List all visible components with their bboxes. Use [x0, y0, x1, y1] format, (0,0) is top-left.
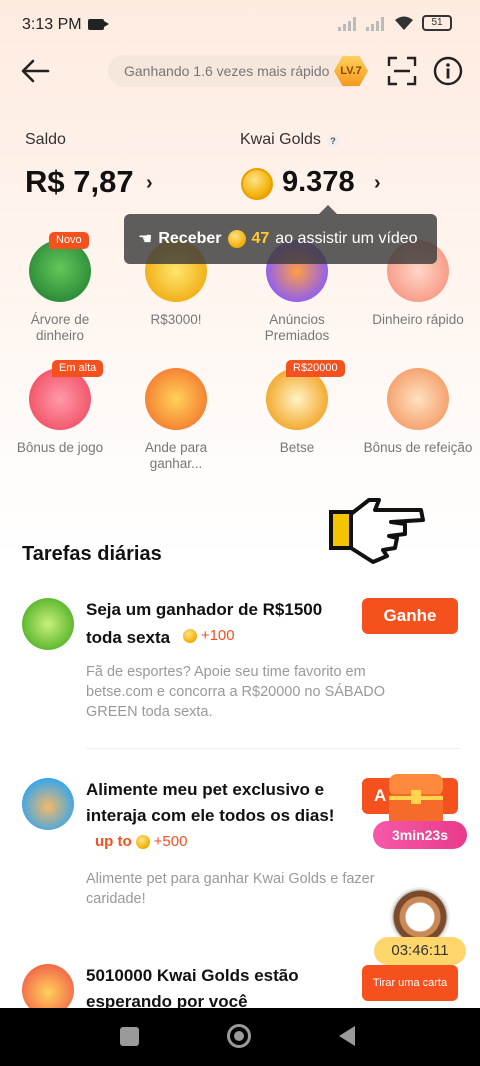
coin-icon	[227, 230, 246, 248]
grid-item-label: Árvore de dinheiro	[30, 312, 90, 343]
scan-icon[interactable]	[387, 56, 417, 86]
meal-timer: 03:46:11	[374, 937, 466, 965]
speed-text: Ganhando 1.6 vezes mais rápido	[124, 63, 330, 79]
golds-label: Kwai Golds	[240, 131, 321, 148]
system-nav-bar	[0, 1008, 480, 1066]
grid-item-label: Bônus de jogo	[16, 440, 104, 455]
task-description: Fã de esportes? Apoie seu time favorito …	[86, 664, 386, 720]
walking-icon	[145, 368, 207, 430]
money-tree-icon	[29, 240, 91, 302]
saldo-value[interactable]: R$ 7,87	[25, 164, 134, 200]
task-title: Seja um ganhador de R$1500 toda sexta +1…	[86, 600, 323, 649]
saldo-label: Saldo	[25, 131, 66, 148]
grid-item-label: R$3000!	[150, 312, 202, 327]
tooltip-amount: 47	[251, 230, 270, 247]
status-bar: 3:13 PM 51	[0, 0, 480, 50]
chevron-right-icon[interactable]: ›	[374, 172, 381, 195]
treasure-chest-icon[interactable]	[385, 770, 447, 826]
coin-icon	[241, 168, 273, 200]
pet-dog-avatar-icon	[22, 778, 74, 830]
grid-item-betse[interactable]: Betse R$20000	[242, 360, 352, 456]
signal-icon-2	[366, 15, 386, 31]
pet-timer: 3min23s	[373, 821, 467, 849]
pointing-hand-icon	[329, 498, 425, 564]
grid-item-label: Anúncios Premiados	[264, 312, 330, 343]
speed-multiplier-pill[interactable]: Ganhando 1.6 vezes mais rápido	[108, 55, 360, 87]
new-tag: Novo	[49, 232, 89, 249]
task-reward: up to +500	[95, 833, 188, 850]
back-button[interactable]	[339, 1026, 355, 1046]
grid-item-meal-bonus[interactable]: Bônus de refeição	[363, 368, 473, 456]
coin-icon	[135, 834, 150, 849]
golds-value[interactable]: 9.378	[282, 166, 355, 199]
hand-tap-icon: ☚	[138, 231, 153, 248]
chevron-right-icon[interactable]: ›	[146, 172, 153, 195]
grid-item-label: Bônus de refeição	[363, 440, 473, 455]
game-icon	[29, 368, 91, 430]
tasks-title: Tarefas diárias	[22, 543, 162, 565]
signal-icon	[338, 15, 358, 31]
back-arrow-icon[interactable]	[18, 56, 52, 86]
recent-apps-button[interactable]	[120, 1027, 139, 1046]
grid-item-label: Dinheiro rápido	[372, 312, 464, 327]
grid-item-walk-to-earn[interactable]: Ande para ganhar...	[121, 368, 231, 472]
earn-button[interactable]: Ganhe	[362, 598, 458, 634]
status-time: 3:13 PM	[22, 16, 82, 33]
tooltip-prefix: Receber	[158, 230, 222, 247]
tooltip-suffix: ao assistir um vídeo	[275, 230, 418, 247]
wifi-icon	[395, 16, 413, 30]
divider	[86, 748, 460, 749]
soccer-ball-icon	[266, 368, 328, 430]
status-icons: 51	[338, 15, 452, 31]
prize-tag: R$20000	[286, 360, 345, 377]
draw-card-button[interactable]: Tirar uma carta	[362, 965, 458, 1001]
help-icon[interactable]: ?	[327, 135, 339, 147]
coin-icon	[182, 629, 197, 643]
grid-item-label: Betse	[279, 440, 315, 455]
battery-icon: 51	[422, 15, 452, 31]
home-button[interactable]	[227, 1024, 251, 1048]
task-title: Alimente meu pet exclusivo e interaja co…	[86, 780, 335, 825]
video-recording-icon	[88, 19, 109, 30]
meal-icon	[387, 368, 449, 430]
watch-video-tooltip[interactable]: ☚ Receber 47 ao assistir um vídeo	[124, 205, 437, 264]
info-icon[interactable]	[433, 56, 463, 86]
grid-item-game-bonus[interactable]: Bônus de jogo Em alta	[5, 360, 115, 456]
grid-item-label: Ande para ganhar...	[144, 440, 208, 471]
grid-item-money-tree[interactable]: Árvore de dinheiro Novo	[5, 232, 115, 344]
task-reward: +100	[182, 623, 235, 649]
soccer-avatar-icon	[22, 598, 74, 650]
task-description: Alimente pet para ganhar Kwai Golds e fa…	[86, 871, 375, 907]
trending-tag: Em alta	[52, 360, 104, 377]
